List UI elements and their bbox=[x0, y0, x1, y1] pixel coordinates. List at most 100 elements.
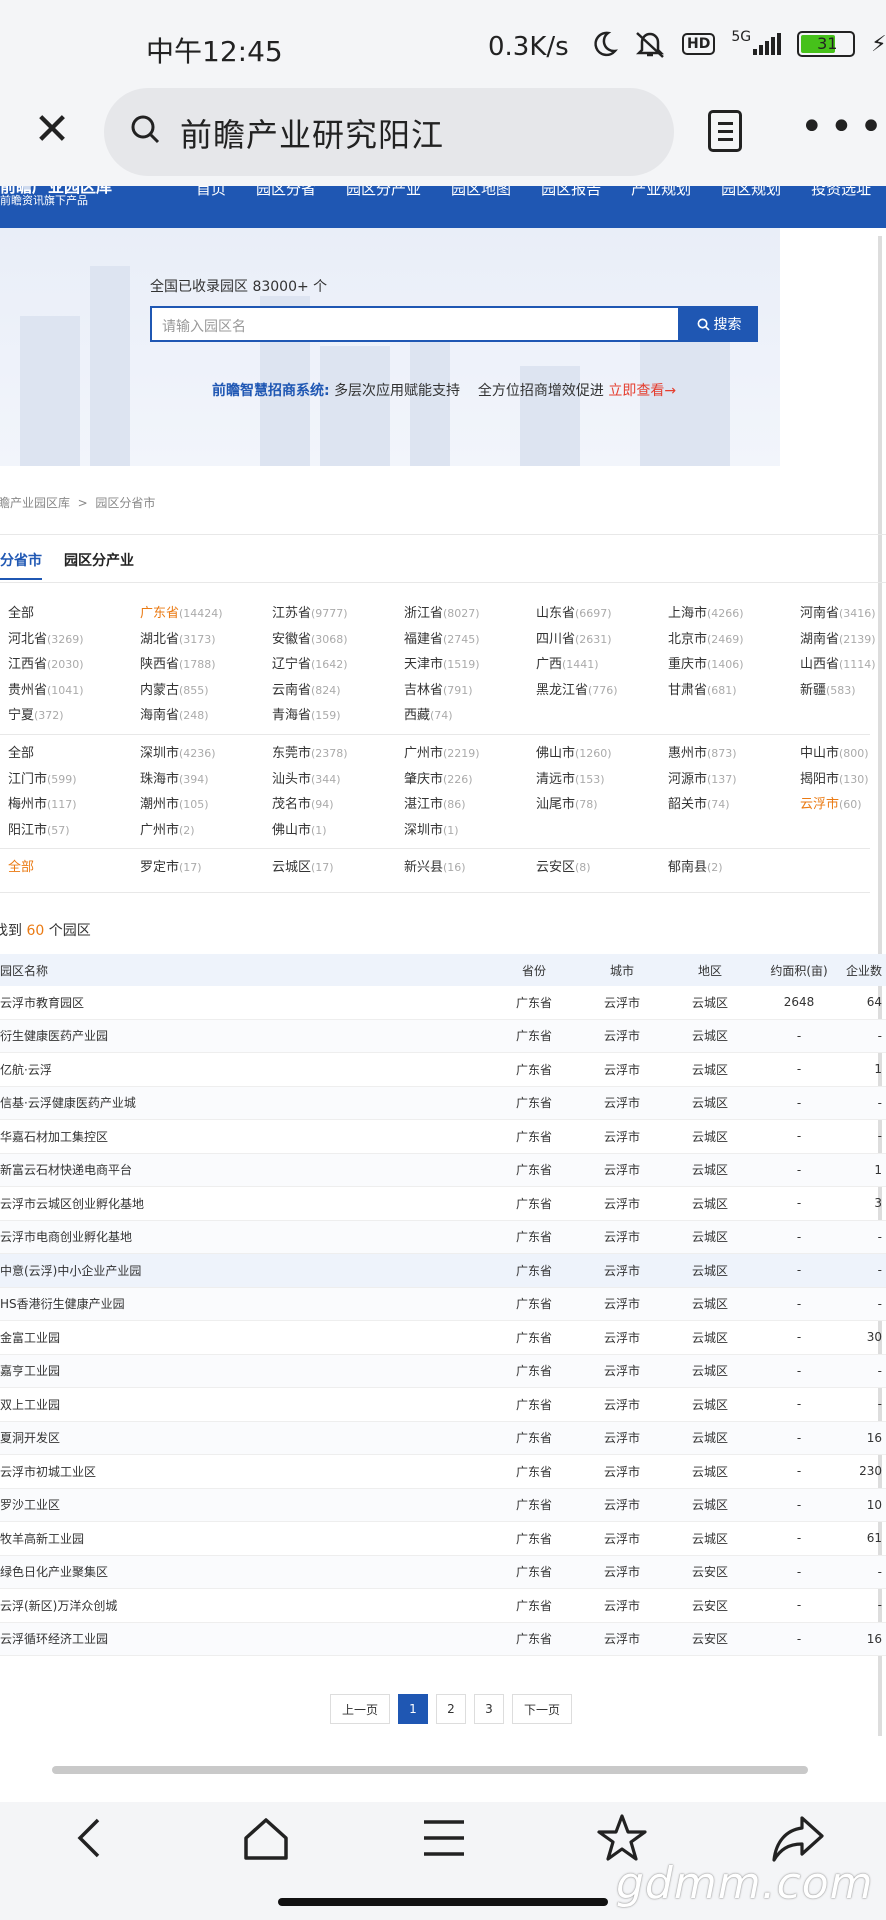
nav-item[interactable]: 园区报告 bbox=[541, 186, 601, 199]
home-indicator[interactable] bbox=[278, 1898, 608, 1906]
menu-icon[interactable] bbox=[414, 1808, 474, 1868]
park-name-link[interactable]: 云浮市初城工业区 bbox=[0, 1463, 490, 1480]
table-row[interactable]: 新富云石材快递电商平台 广东省 云浮市 云城区 - 1 bbox=[0, 1153, 886, 1187]
filter-option[interactable]: 梅州市(117) bbox=[8, 793, 77, 812]
home-icon[interactable] bbox=[236, 1808, 296, 1868]
filter-option[interactable]: 全部 bbox=[8, 742, 34, 761]
filter-option[interactable]: 青海省(159) bbox=[272, 704, 341, 723]
filter-option[interactable]: 惠州市(873) bbox=[668, 742, 737, 761]
filter-option[interactable]: 云浮市(60) bbox=[800, 793, 862, 812]
park-name-link[interactable]: 绿色日化产业聚集区 bbox=[0, 1563, 490, 1580]
page-button[interactable]: 2 bbox=[436, 1694, 466, 1724]
filter-option[interactable]: 上海市(4266) bbox=[668, 602, 744, 621]
park-name-link[interactable]: 金富工业园 bbox=[0, 1329, 490, 1346]
filter-option[interactable]: 云安区(8) bbox=[536, 856, 591, 875]
filter-option[interactable]: 肇庆市(226) bbox=[404, 768, 473, 787]
park-name-link[interactable]: 新富云石材快递电商平台 bbox=[0, 1161, 490, 1178]
filter-option[interactable]: 新疆(583) bbox=[800, 679, 856, 698]
next-page-button[interactable]: 下一页 bbox=[512, 1694, 572, 1724]
park-name-link[interactable]: 云浮市教育园区 bbox=[0, 994, 490, 1011]
filter-option[interactable]: 海南省(248) bbox=[140, 704, 209, 723]
park-name-link[interactable]: 云浮(新区)万洋众创城 bbox=[0, 1597, 490, 1614]
tab-by-region[interactable]: 园区分省市 bbox=[0, 550, 42, 580]
nav-item[interactable]: 园区规划 bbox=[721, 186, 781, 199]
park-name-link[interactable]: 云浮市电商创业孵化基地 bbox=[0, 1228, 490, 1245]
nav-item[interactable]: 园区分省 bbox=[256, 186, 316, 199]
nav-item[interactable]: 园区地图 bbox=[451, 186, 511, 199]
filter-option[interactable]: 内蒙古(855) bbox=[140, 679, 209, 698]
park-name-link[interactable]: HS香港衍生健康产业园 bbox=[0, 1295, 490, 1312]
filter-option[interactable]: 吉林省(791) bbox=[404, 679, 473, 698]
tab-by-industry[interactable]: 园区分产业 bbox=[64, 550, 134, 580]
filter-option[interactable]: 罗定市(17) bbox=[140, 856, 202, 875]
filter-option[interactable]: 深圳市(4236) bbox=[140, 742, 216, 761]
park-name-link[interactable]: 夏洞开发区 bbox=[0, 1429, 490, 1446]
table-row[interactable]: 华嘉石材加工集控区 广东省 云浮市 云城区 - - bbox=[0, 1120, 886, 1154]
filter-option[interactable]: 新兴县(16) bbox=[404, 856, 466, 875]
table-row[interactable]: 绿色日化产业聚集区 广东省 云浮市 云安区 - - bbox=[0, 1555, 886, 1589]
filter-option[interactable]: 阳江市(57) bbox=[8, 819, 70, 838]
filter-option[interactable]: 重庆市(1406) bbox=[668, 653, 744, 672]
filter-option[interactable]: 广西(1441) bbox=[536, 653, 599, 672]
filter-option[interactable]: 中山市(800) bbox=[800, 742, 869, 761]
table-row[interactable]: 金富工业园 广东省 云浮市 云城区 - 30 bbox=[0, 1321, 886, 1355]
filter-option[interactable]: 江门市(599) bbox=[8, 768, 77, 787]
site-logo[interactable]: 前瞻产业园区库 前瞻资讯旗下产品 bbox=[0, 186, 112, 208]
filter-option[interactable]: 湖南省(2139) bbox=[800, 628, 876, 647]
table-row[interactable]: 牧羊高新工业园 广东省 云浮市 云城区 - 61 bbox=[0, 1522, 886, 1556]
park-name-link[interactable]: 中意(云浮)中小企业产业园 bbox=[0, 1262, 490, 1279]
filter-option[interactable]: 浙江省(8027) bbox=[404, 602, 480, 621]
park-search-button[interactable]: 搜索 bbox=[680, 306, 758, 342]
filter-option[interactable]: 佛山市(1) bbox=[272, 819, 327, 838]
close-icon[interactable]: ✕ bbox=[30, 108, 74, 152]
park-name-link[interactable]: 云浮市云城区创业孵化基地 bbox=[0, 1195, 490, 1212]
park-name-link[interactable]: 亿航·云浮 bbox=[0, 1061, 490, 1078]
park-name-link[interactable]: 嘉亨工业园 bbox=[0, 1362, 490, 1379]
park-name-link[interactable]: 云浮循环经济工业园 bbox=[0, 1630, 490, 1647]
filter-option[interactable]: 潮州市(105) bbox=[140, 793, 209, 812]
filter-option[interactable]: 全部 bbox=[8, 602, 34, 621]
filter-option[interactable]: 广州市(2219) bbox=[404, 742, 480, 761]
filter-option[interactable]: 辽宁省(1642) bbox=[272, 653, 348, 672]
filter-option[interactable]: 云城区(17) bbox=[272, 856, 334, 875]
filter-option[interactable]: 全部 bbox=[8, 856, 34, 875]
filter-option[interactable]: 广州市(2) bbox=[140, 819, 195, 838]
prev-page-button[interactable]: 上一页 bbox=[330, 1694, 390, 1724]
promo-link[interactable]: 立即查看→ bbox=[608, 383, 676, 399]
back-icon[interactable] bbox=[62, 1808, 122, 1868]
filter-option[interactable]: 云南省(824) bbox=[272, 679, 341, 698]
filter-option[interactable]: 清远市(153) bbox=[536, 768, 605, 787]
filter-option[interactable]: 黑龙江省(776) bbox=[536, 679, 618, 698]
table-row[interactable]: 夏洞开发区 广东省 云浮市 云城区 - 16 bbox=[0, 1421, 886, 1455]
filter-option[interactable]: 天津市(1519) bbox=[404, 653, 480, 672]
park-name-link[interactable]: 华嘉石材加工集控区 bbox=[0, 1128, 490, 1145]
filter-option[interactable]: 湛江市(86) bbox=[404, 793, 466, 812]
filter-option[interactable]: 四川省(2631) bbox=[536, 628, 612, 647]
filter-option[interactable]: 山东省(6697) bbox=[536, 602, 612, 621]
filter-option[interactable]: 江苏省(9777) bbox=[272, 602, 348, 621]
nav-item[interactable]: 园区分产业 bbox=[346, 186, 421, 199]
table-row[interactable]: 云浮市教育园区 广东省 云浮市 云城区 2648 64 bbox=[0, 986, 886, 1020]
filter-option[interactable]: 河源市(137) bbox=[668, 768, 737, 787]
nav-item[interactable]: 产业规划 bbox=[631, 186, 691, 199]
table-row[interactable]: 双上工业园 广东省 云浮市 云城区 - - bbox=[0, 1388, 886, 1422]
nav-item[interactable]: 投资选址 bbox=[811, 186, 871, 199]
table-row[interactable]: 云浮市电商创业孵化基地 广东省 云浮市 云城区 - - bbox=[0, 1220, 886, 1254]
table-row[interactable]: 云浮(新区)万洋众创城 广东省 云浮市 云安区 - - bbox=[0, 1589, 886, 1623]
filter-option[interactable]: 汕尾市(78) bbox=[536, 793, 598, 812]
address-bar[interactable]: 前瞻产业研究阳江 bbox=[104, 88, 674, 176]
filter-option[interactable]: 陕西省(1788) bbox=[140, 653, 216, 672]
table-row[interactable]: 云浮循环经济工业园 广东省 云浮市 云安区 - 16 bbox=[0, 1622, 886, 1656]
filter-option[interactable]: 佛山市(1260) bbox=[536, 742, 612, 761]
table-row[interactable]: 云浮市初城工业区 广东省 云浮市 云城区 - 230 bbox=[0, 1455, 886, 1489]
nav-item[interactable]: 首页 bbox=[196, 186, 226, 199]
park-name-link[interactable]: 双上工业园 bbox=[0, 1396, 490, 1413]
park-name-link[interactable]: 信基·云浮健康医药产业城 bbox=[0, 1094, 490, 1111]
more-menu-icon[interactable]: ••• bbox=[800, 104, 886, 150]
filter-option[interactable]: 深圳市(1) bbox=[404, 819, 459, 838]
filter-option[interactable]: 甘肃省(681) bbox=[668, 679, 737, 698]
park-name-link[interactable]: 衍生健康医药产业园 bbox=[0, 1027, 490, 1044]
park-name-link[interactable]: 牧羊高新工业园 bbox=[0, 1530, 490, 1547]
filter-option[interactable]: 河北省(3269) bbox=[8, 628, 84, 647]
filter-option[interactable]: 山西省(1114) bbox=[800, 653, 876, 672]
